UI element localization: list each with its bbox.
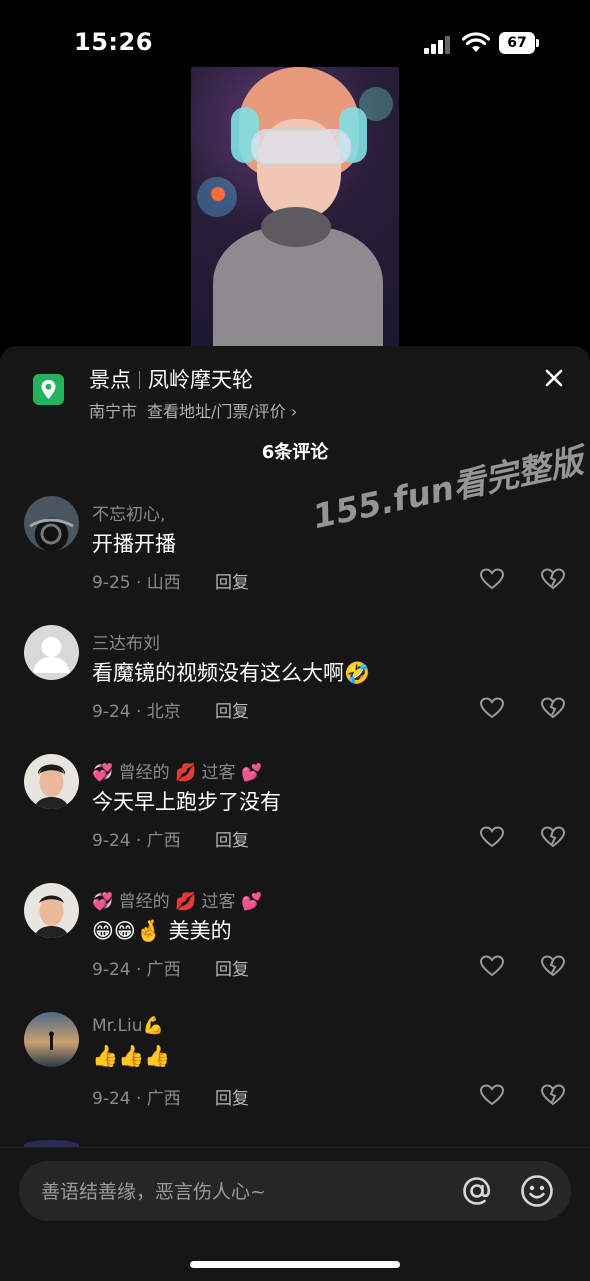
comment-author[interactable]: Mr.Liu💪 bbox=[92, 1016, 164, 1036]
avatar[interactable] bbox=[24, 496, 79, 551]
comment-meta: 9-24 · 广西 bbox=[92, 1089, 181, 1109]
reply-button[interactable]: 回复 bbox=[215, 1084, 249, 1109]
broken-heart-icon[interactable] bbox=[540, 825, 566, 849]
video-preview[interactable] bbox=[191, 67, 399, 347]
reply-button[interactable]: 回复 bbox=[215, 826, 249, 851]
comment-author[interactable]: 三达布刘 bbox=[92, 629, 160, 654]
avatar[interactable] bbox=[24, 1012, 79, 1067]
battery-icon: 67 bbox=[499, 32, 539, 54]
comment-meta: 9-24 · 北京 bbox=[92, 702, 181, 722]
heart-icon[interactable] bbox=[479, 696, 505, 720]
avatar[interactable] bbox=[24, 883, 79, 938]
location-header[interactable]: 景点 凤岭摩天轮 南宁市 查看地址/门票/评价 › bbox=[0, 346, 590, 432]
reply-button[interactable]: 回复 bbox=[215, 697, 249, 722]
heart-icon[interactable] bbox=[479, 954, 505, 978]
comment-text: 😁😁🤞 美美的 bbox=[92, 919, 232, 943]
comment-meta: 9-24 · 广西 bbox=[92, 960, 181, 980]
heart-icon[interactable] bbox=[479, 567, 505, 591]
avatar[interactable] bbox=[24, 625, 79, 680]
map-pin-icon bbox=[33, 374, 64, 405]
close-icon[interactable] bbox=[538, 362, 570, 394]
comment-author[interactable]: 💞 曾经的 💋 过客 💕 bbox=[92, 887, 262, 912]
comment-author[interactable]: 💞 曾经的 💋 过客 💕 bbox=[92, 758, 262, 783]
comment-item: Mr.Liu💪 👍👍👍 9-24 · 广西 回复 bbox=[0, 1012, 590, 1132]
signal-icon bbox=[424, 34, 452, 54]
location-city: 南宁市 bbox=[89, 402, 138, 421]
comment-item: 💞 曾经的 💋 过客 💕 😁😁🤞 美美的 9-24 · 广西 回复 bbox=[0, 883, 590, 1003]
comment-meta: 9-24 · 广西 bbox=[92, 831, 181, 851]
status-time: 15:26 bbox=[74, 28, 153, 56]
reply-button[interactable]: 回复 bbox=[215, 568, 249, 593]
at-icon[interactable] bbox=[459, 1173, 495, 1209]
avatar[interactable] bbox=[24, 754, 79, 809]
heart-icon[interactable] bbox=[479, 825, 505, 849]
comment-input[interactable] bbox=[39, 1173, 443, 1211]
smiley-icon[interactable] bbox=[519, 1173, 555, 1209]
location-category: 景点 bbox=[89, 368, 131, 392]
comment-meta: 9-25 · 山西 bbox=[92, 573, 181, 593]
comment-item: 不忘初心, 开播开播 9-25 · 山西 回复 bbox=[0, 496, 590, 616]
battery-level: 67 bbox=[499, 32, 535, 54]
location-title: 景点 凤岭摩天轮 bbox=[89, 364, 253, 394]
comment-text: 开播开播 bbox=[92, 532, 176, 556]
comment-text: 👍👍👍 bbox=[92, 1044, 171, 1068]
comment-text: 今天早上跑步了没有 bbox=[92, 790, 281, 814]
comment-input-container[interactable] bbox=[19, 1161, 571, 1221]
comment-author[interactable]: 不忘初心, bbox=[92, 500, 165, 525]
heart-icon[interactable] bbox=[479, 1083, 505, 1107]
broken-heart-icon[interactable] bbox=[540, 954, 566, 978]
location-subtitle: 南宁市 查看地址/门票/评价 › bbox=[89, 398, 297, 422]
reply-button[interactable]: 回复 bbox=[215, 955, 249, 980]
broken-heart-icon[interactable] bbox=[540, 1083, 566, 1107]
comment-item: 💞 曾经的 💋 过客 💕 今天早上跑步了没有 9-24 · 广西 回复 bbox=[0, 754, 590, 874]
broken-heart-icon[interactable] bbox=[540, 567, 566, 591]
wifi-icon bbox=[462, 32, 490, 52]
location-name: 凤岭摩天轮 bbox=[148, 368, 253, 392]
comment-text: 看魔镜的视频没有这么大啊🤣 bbox=[92, 661, 371, 685]
location-details-link[interactable]: 查看地址/门票/评价 › bbox=[147, 402, 297, 421]
broken-heart-icon[interactable] bbox=[540, 696, 566, 720]
comment-item: 三达布刘 看魔镜的视频没有这么大啊🤣 9-24 · 北京 回复 bbox=[0, 625, 590, 745]
home-indicator[interactable] bbox=[190, 1261, 400, 1268]
